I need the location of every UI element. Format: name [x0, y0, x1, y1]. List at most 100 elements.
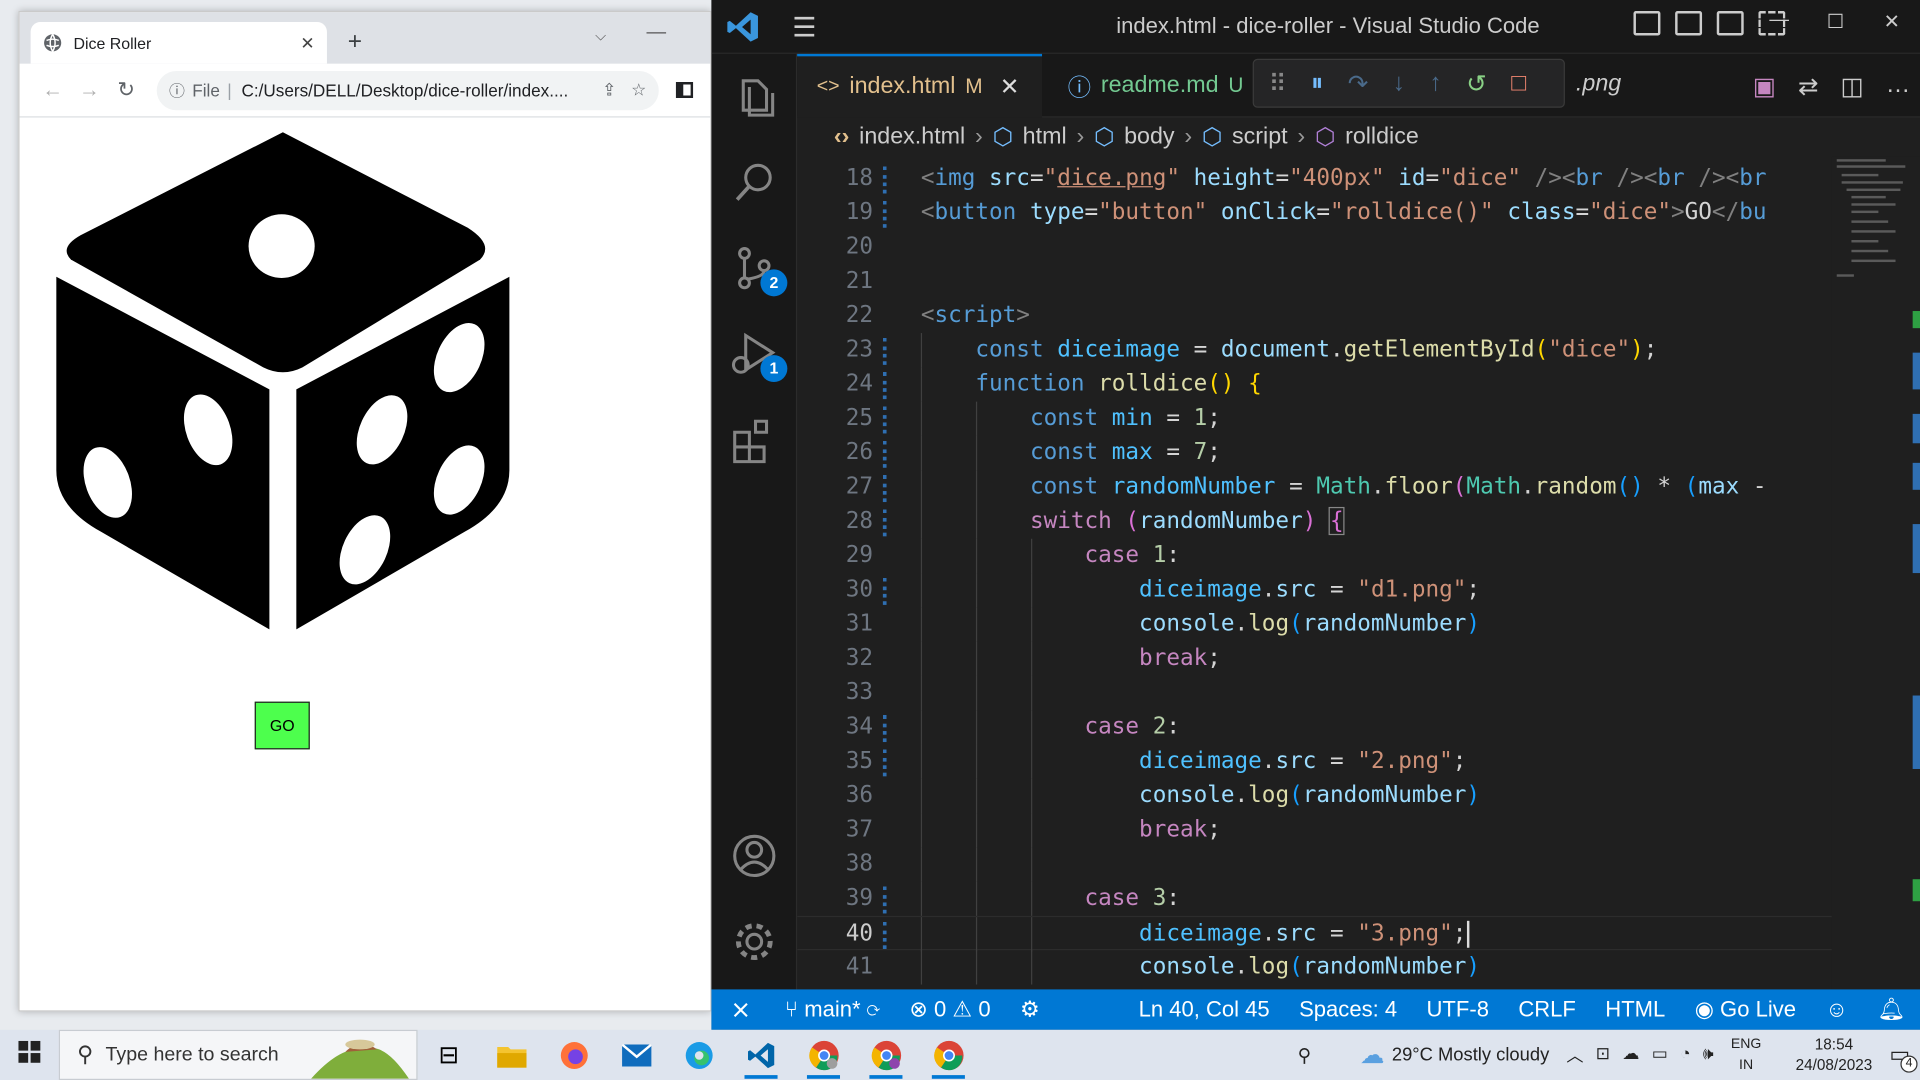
- search-icon: ⚲: [77, 1042, 94, 1067]
- editor-actions: ▣ ⇄ ◫ …: [1753, 71, 1910, 102]
- url-separator: |: [227, 80, 232, 100]
- breadcrumb-body[interactable]: body: [1124, 124, 1174, 151]
- file-explorer-icon[interactable]: [480, 1030, 542, 1080]
- input-language[interactable]: ENG IN: [1731, 1034, 1762, 1076]
- indentation[interactable]: Spaces: 4: [1284, 997, 1411, 1023]
- line-ending[interactable]: CRLF: [1504, 997, 1591, 1023]
- accounts-icon[interactable]: [729, 830, 780, 881]
- code-line: 24 function rolldice() {: [797, 367, 1832, 402]
- task-view-icon[interactable]: ⊟: [418, 1030, 480, 1080]
- branch-indicator[interactable]: ⑂ main* ⟳: [770, 997, 894, 1023]
- start-button[interactable]: [0, 1040, 59, 1069]
- tab-label: index.html: [849, 73, 956, 100]
- feedback-icon[interactable]: ☺: [1811, 997, 1863, 1023]
- volume-icon[interactable]: 🕪: [1703, 1043, 1714, 1067]
- clock[interactable]: 18:54 24/08/2023: [1796, 1034, 1873, 1076]
- people-icon[interactable]: ⚲: [1298, 1044, 1311, 1066]
- new-tab-button[interactable]: +: [348, 28, 362, 56]
- tab-close-icon[interactable]: ✕: [300, 32, 314, 53]
- battery-icon[interactable]: ▭: [1652, 1043, 1668, 1067]
- compare-changes-icon[interactable]: ⇄: [1798, 71, 1819, 102]
- close-window-button[interactable]: ✕: [1864, 10, 1920, 34]
- language-mode[interactable]: HTML: [1591, 997, 1680, 1023]
- step-into-icon[interactable]: ↓: [1393, 69, 1405, 97]
- breadcrumb-html[interactable]: html: [1023, 124, 1067, 151]
- step-out-icon[interactable]: ↑: [1430, 69, 1442, 97]
- cursor-position[interactable]: Ln 40, Col 45: [1124, 997, 1285, 1023]
- firefox-icon[interactable]: [542, 1030, 604, 1080]
- split-editor-icon[interactable]: ◫: [1841, 71, 1864, 102]
- manage-gear-icon[interactable]: [729, 916, 780, 967]
- onedrive-icon[interactable]: ☁: [1622, 1043, 1639, 1067]
- code-editor[interactable]: 18 <img src="dice.png" height="400px" id=…: [797, 159, 1832, 989]
- chevron-right-icon: ›: [975, 123, 983, 150]
- tray-app-icon[interactable]: ⊡: [1596, 1043, 1610, 1067]
- breadcrumb-rolldice[interactable]: rolldice: [1345, 124, 1419, 151]
- tab-close-icon[interactable]: ✕: [1000, 73, 1019, 101]
- chrome-profile-2-icon[interactable]: [855, 1030, 917, 1080]
- source-control-icon[interactable]: 2: [729, 242, 788, 297]
- step-over-icon[interactable]: ↷: [1348, 68, 1369, 99]
- url-text[interactable]: C:/Users/DELL/Desktop/dice-roller/index.…: [241, 80, 587, 100]
- vscode-taskbar-icon[interactable]: [730, 1030, 792, 1080]
- search-icon[interactable]: [729, 157, 780, 208]
- tab-readme-md[interactable]: ⓘ readme.md U: [1048, 54, 1263, 118]
- back-button[interactable]: ←: [34, 78, 71, 102]
- mail-icon[interactable]: [605, 1030, 667, 1080]
- open-preview-icon[interactable]: ▣: [1753, 71, 1776, 102]
- encoding[interactable]: UTF-8: [1412, 997, 1504, 1023]
- toggle-panel-icon[interactable]: [1675, 11, 1703, 36]
- breadcrumb-file[interactable]: index.html: [859, 124, 965, 151]
- tab-index-html[interactable]: <> index.html M ✕: [797, 53, 1043, 118]
- minimize-button[interactable]: —: [1751, 10, 1807, 34]
- reload-button[interactable]: ↻: [108, 78, 145, 102]
- chrome-profile-1-icon[interactable]: [792, 1030, 854, 1080]
- tab-png-partial[interactable]: .png: [1576, 71, 1621, 98]
- chrome-icon[interactable]: [917, 1030, 979, 1080]
- maximize-button[interactable]: ☐: [1807, 10, 1863, 34]
- wifi-icon[interactable]: ◔: [1680, 1043, 1690, 1067]
- extensions-icon[interactable]: [729, 414, 780, 465]
- browser-tabstrip: Dice Roller ✕ + ⌵ —: [19, 12, 711, 64]
- cloud-icon: ☁: [1360, 1042, 1385, 1069]
- notification-center-icon[interactable]: ▭ 4: [1889, 1042, 1918, 1073]
- pause-icon[interactable]: ⏸: [1311, 69, 1323, 97]
- breadcrumb-script[interactable]: script: [1232, 124, 1288, 151]
- activity-bar: 2 1: [711, 53, 798, 990]
- problems-indicator[interactable]: ⊗ 0 ⚠ 0: [895, 997, 1006, 1023]
- toggle-primary-sidebar-icon[interactable]: [1633, 11, 1661, 36]
- taskbar-search[interactable]: ⚲ Type here to search: [58, 1029, 418, 1080]
- info-icon[interactable]: ⓘ: [169, 78, 185, 101]
- more-actions-icon[interactable]: …: [1886, 71, 1910, 102]
- go-live-button[interactable]: ◉ Go Live: [1680, 997, 1811, 1023]
- forward-button[interactable]: →: [71, 78, 108, 102]
- address-bar[interactable]: ⓘ File | C:/Users/DELL/Desktop/dice-roll…: [156, 70, 659, 110]
- drag-handle-icon[interactable]: ⠿: [1269, 68, 1287, 99]
- stop-icon[interactable]: □: [1511, 69, 1526, 97]
- minimap[interactable]: [1831, 156, 1920, 990]
- code-line: 27 const randomNumber = Math.floor(Math.…: [797, 470, 1832, 505]
- code-line: 33: [797, 675, 1832, 711]
- remote-icon[interactable]: ⨯: [711, 994, 770, 1025]
- go-button[interactable]: GO: [254, 701, 310, 750]
- show-hidden-icons-icon[interactable]: ︿: [1566, 1043, 1583, 1067]
- page-content: GO: [19, 117, 711, 1011]
- side-panel-icon[interactable]: [675, 82, 694, 98]
- toggle-secondary-sidebar-icon[interactable]: [1716, 11, 1744, 36]
- vscode-window: ☰ index.html - dice-roller - Visual Stud…: [711, 0, 1920, 1030]
- browser-tab-dice-roller[interactable]: Dice Roller ✕: [30, 22, 327, 64]
- share-icon[interactable]: ⇪: [602, 80, 616, 101]
- tab-search-icon[interactable]: ⌵: [595, 27, 606, 45]
- weather-widget[interactable]: ☁ 29°C Mostly cloudy: [1360, 1040, 1549, 1071]
- browser-window: Dice Roller ✕ + ⌵ — ← → ↻ ⓘ File | C:/Us…: [18, 11, 712, 1012]
- notification-count: 4: [1900, 1055, 1918, 1073]
- debug-status-icon[interactable]: ⚙: [1005, 997, 1054, 1023]
- explorer-icon[interactable]: [729, 71, 780, 122]
- bookmark-star-icon[interactable]: ☆: [631, 80, 646, 101]
- notifications-bell-icon[interactable]: 🔔︎: [1863, 997, 1920, 1023]
- restart-icon[interactable]: ↺: [1466, 68, 1487, 99]
- run-debug-icon[interactable]: 1: [729, 328, 788, 383]
- browser-minimize-button[interactable]: —: [647, 22, 667, 44]
- error-icon: ⊗: [909, 996, 928, 1022]
- edge-icon[interactable]: [667, 1030, 729, 1080]
